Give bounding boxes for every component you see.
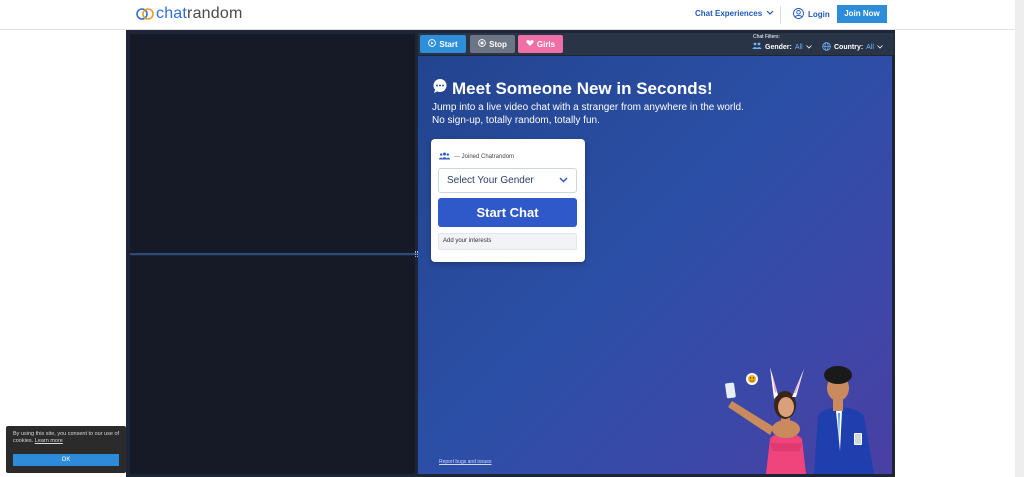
heart-icon xyxy=(526,39,534,49)
site-header: chat random Chat Experiences Login Join N… xyxy=(0,0,1015,30)
logo-text-random: random xyxy=(187,5,243,22)
cookie-message: By using this site, you consent to our u… xyxy=(13,431,120,444)
subtext: Jump into a live video chat with a stran… xyxy=(432,102,744,126)
gender-select[interactable]: Select Your Gender xyxy=(438,168,577,193)
stop-label: Stop xyxy=(489,39,507,49)
left-margin xyxy=(0,0,126,477)
chat-filters-label: Chat Filters: xyxy=(753,34,780,40)
play-icon xyxy=(428,39,437,49)
logo-text-chat: chat xyxy=(156,5,188,22)
chevron-down-icon xyxy=(877,44,883,51)
video-divider xyxy=(130,253,418,255)
scrollbar-track[interactable] xyxy=(1015,0,1024,477)
chevron-down-icon xyxy=(805,44,812,51)
nav-divider xyxy=(780,6,781,24)
welcome-panel: Meet Someone New in Seconds! Jump into a… xyxy=(418,56,892,474)
couple-illustration xyxy=(714,361,892,474)
start-button[interactable]: Start xyxy=(420,35,466,53)
speech-bubble-icon xyxy=(432,78,448,99)
chevron-down-icon xyxy=(766,9,774,18)
chat-bubbles-icon xyxy=(136,6,154,22)
headline: Meet Someone New in Seconds! xyxy=(432,78,713,99)
gender-filter-label: Gender: xyxy=(765,43,792,51)
learn-more-link[interactable]: Learn more xyxy=(35,438,63,444)
cookie-text: By using this site, you consent to our u… xyxy=(13,431,121,445)
start-chat-card: --- Joined Chatrandom Select Your Gender… xyxy=(431,139,585,262)
country-filter-value: All xyxy=(866,44,874,51)
people-icon xyxy=(752,42,762,52)
joined-counter: --- Joined Chatrandom xyxy=(439,152,514,162)
page: chat random Chat Experiences Login Join N… xyxy=(0,0,1024,477)
cookie-banner: By using this site, you consent to our u… xyxy=(6,426,126,473)
stranger-video xyxy=(130,34,415,253)
stop-icon xyxy=(478,39,486,49)
gender-filter[interactable]: Gender: All xyxy=(752,42,812,52)
gender-select-value: Select Your Gender xyxy=(447,175,534,186)
girls-filter-button[interactable]: Girls xyxy=(518,35,563,53)
cookie-ok-button[interactable]: OK xyxy=(13,454,119,466)
login-link[interactable]: Login xyxy=(793,8,830,21)
user-icon xyxy=(793,8,804,21)
join-now-button[interactable]: Join Now xyxy=(837,5,887,23)
joined-text: --- Joined Chatrandom xyxy=(454,154,515,160)
chat-experiences-menu[interactable]: Chat Experiences xyxy=(695,9,774,18)
chevron-down-icon xyxy=(559,175,568,186)
start-label: Start xyxy=(439,39,458,49)
country-filter[interactable]: Country: All xyxy=(822,42,883,53)
girls-label: Girls xyxy=(536,39,556,49)
gender-filter-value: All xyxy=(794,43,803,51)
globe-icon xyxy=(822,42,831,53)
right-margin xyxy=(895,0,1015,477)
logo[interactable]: chat random xyxy=(136,5,243,23)
report-bugs-link[interactable]: Report bugs and issues xyxy=(439,459,492,465)
interests-input[interactable]: Add your interests xyxy=(438,233,577,250)
headline-text: Meet Someone New in Seconds! xyxy=(452,78,713,98)
country-filter-label: Country: xyxy=(834,44,864,51)
self-video xyxy=(130,256,415,474)
chat-experiences-label: Chat Experiences xyxy=(695,9,763,18)
start-chat-button[interactable]: Start Chat xyxy=(438,198,577,227)
users-icon xyxy=(439,152,450,162)
stop-button[interactable]: Stop xyxy=(470,35,515,53)
chat-toolbar: Start Stop Girls Chat Filters: Gender: A… xyxy=(418,33,894,55)
login-label: Login xyxy=(808,10,830,19)
